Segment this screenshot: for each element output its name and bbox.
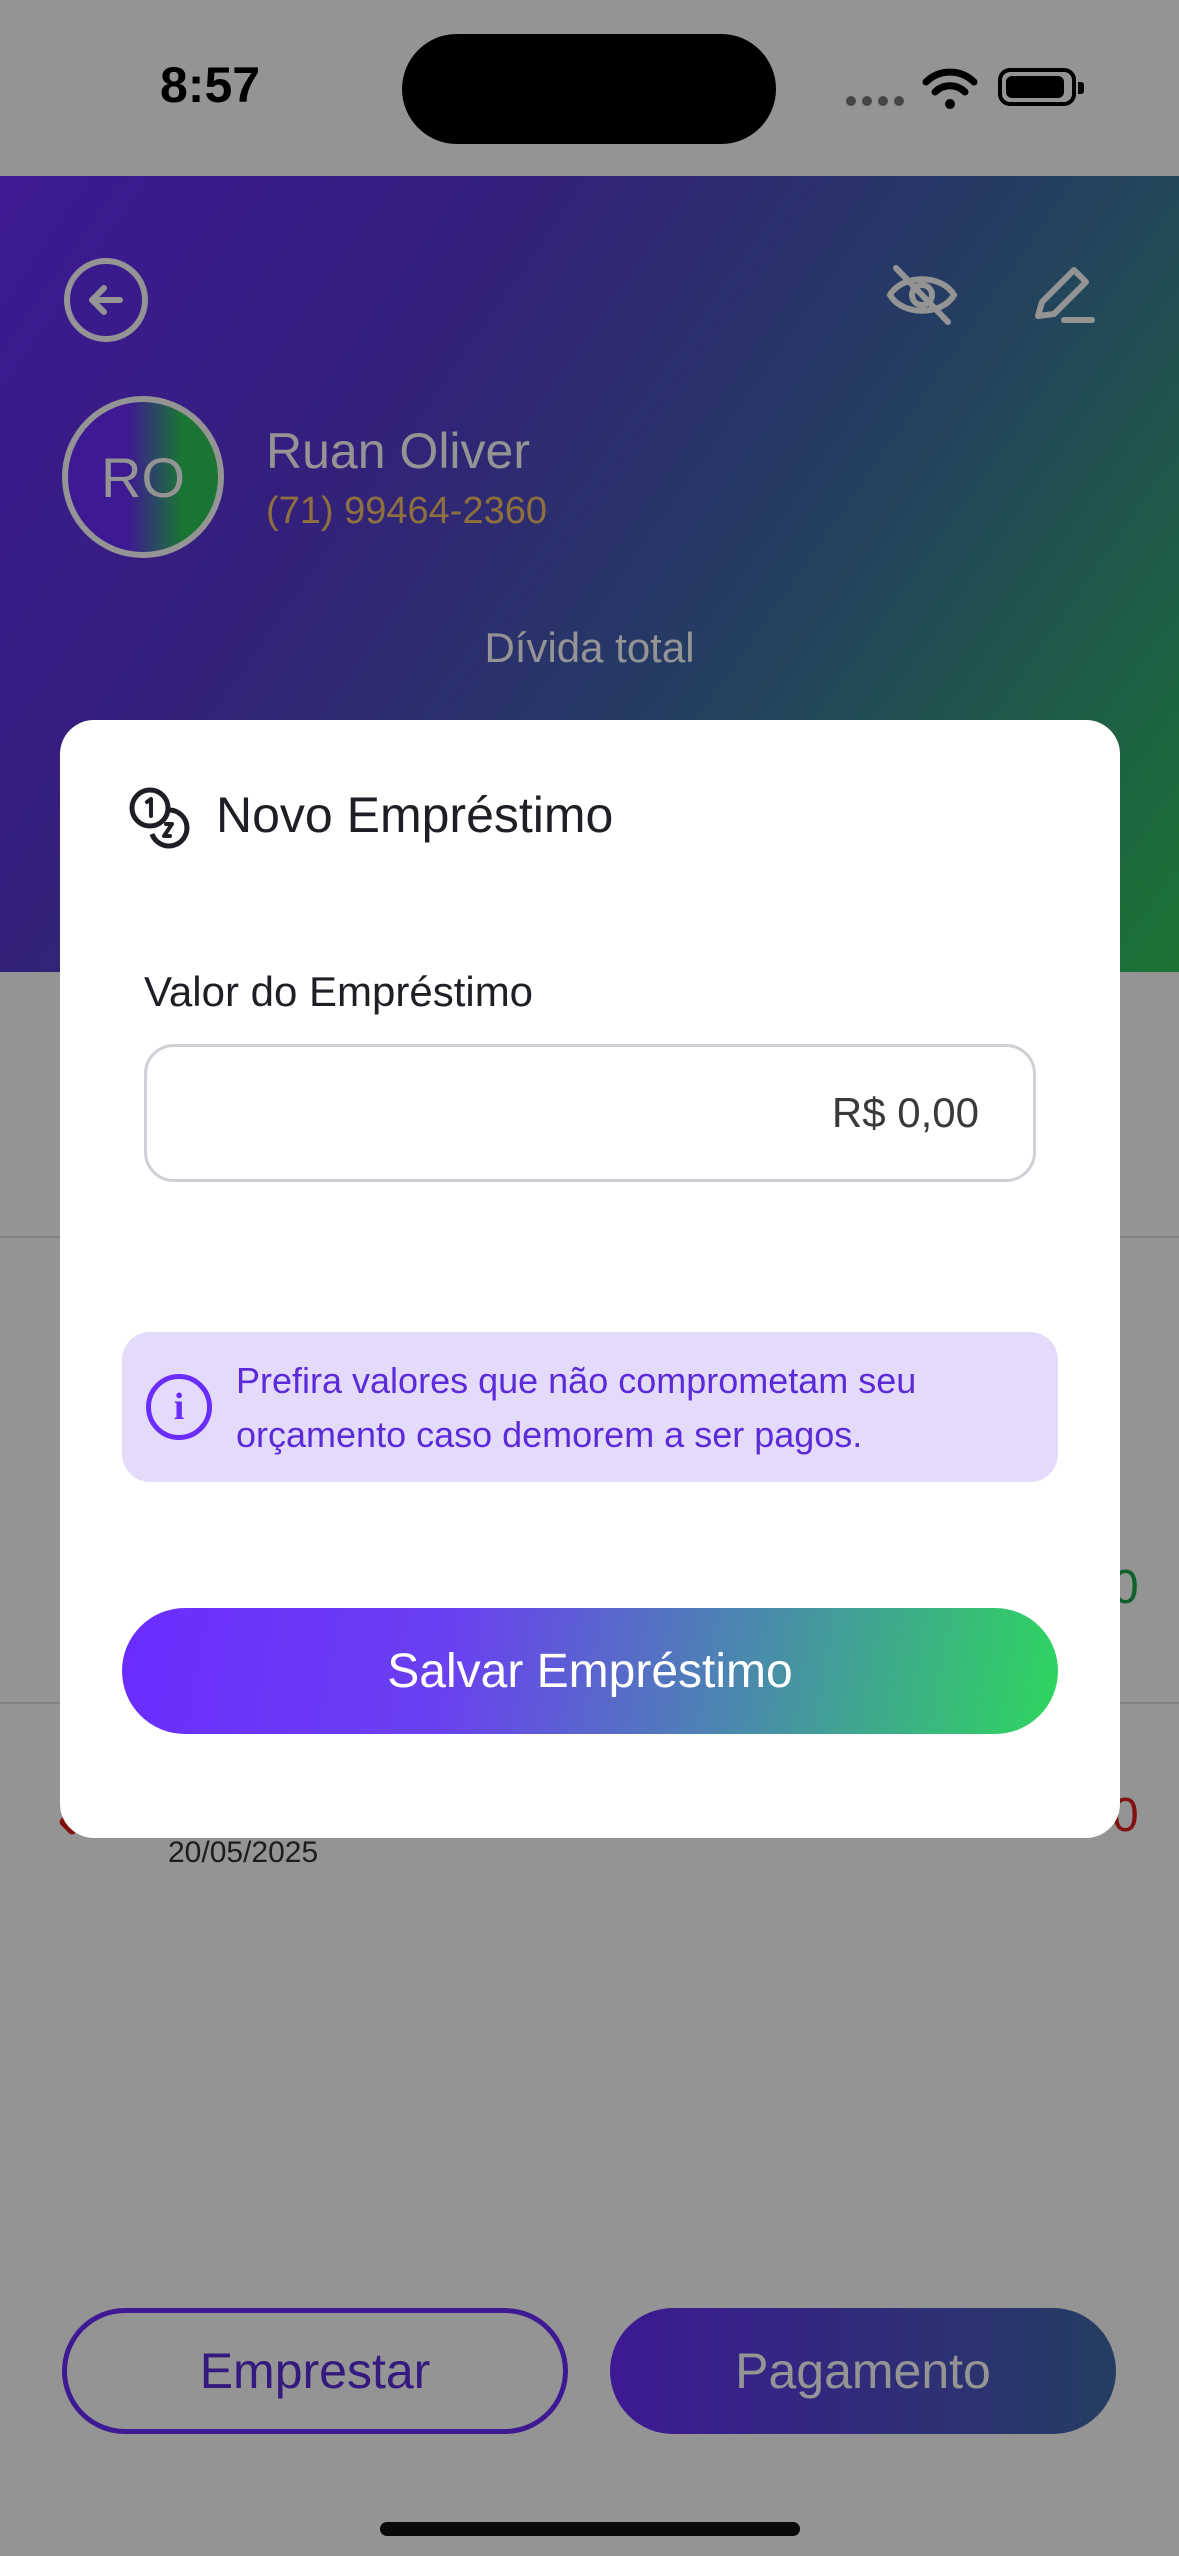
- save-loan-button[interactable]: Salvar Empréstimo: [122, 1608, 1058, 1734]
- info-callout: i Prefira valores que não comprometam se…: [122, 1332, 1058, 1482]
- modal-title: Novo Empréstimo: [216, 787, 614, 843]
- amount-label: Valor do Empréstimo: [144, 968, 534, 1015]
- info-icon: i: [146, 1374, 212, 1440]
- new-loan-modal: Novo Empréstimo Valor do Empréstimo i Pr…: [60, 720, 1120, 1838]
- loan-amount-input[interactable]: [144, 1044, 1036, 1182]
- coins-icon: [129, 787, 190, 849]
- info-text: Prefira valores que não comprometam seu …: [236, 1360, 917, 1455]
